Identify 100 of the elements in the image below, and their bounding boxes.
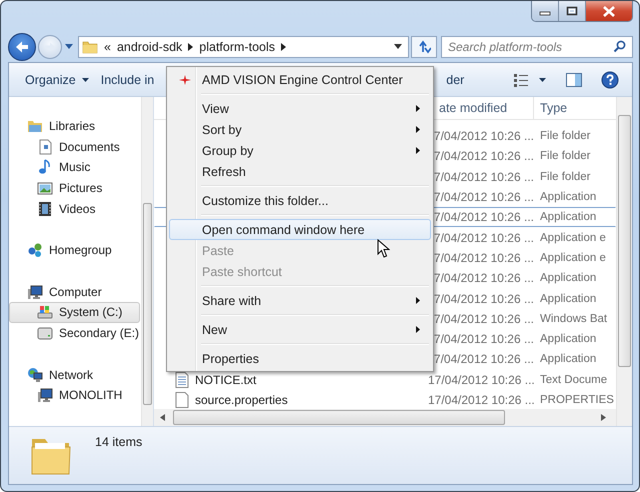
scroll-right-icon[interactable] <box>601 414 606 421</box>
date-cell: 7/04/2012 10:26 ... <box>434 149 534 164</box>
toolbar-button[interactable]: Include in <box>94 72 160 86</box>
refresh-icon <box>417 40 431 54</box>
type-cell: File folder <box>540 170 590 183</box>
type-cell: File folder <box>540 150 590 162</box>
menu-item[interactable]: Sort by <box>169 119 431 140</box>
navigation-item[interactable]: Computer <box>9 282 140 302</box>
chevron-icon[interactable] <box>281 42 286 50</box>
type-cell: Application <box>540 333 596 346</box>
menu-item[interactable]: Refresh <box>169 161 431 182</box>
toolbar-button[interactable]: der <box>440 72 470 86</box>
submenu-arrow-icon <box>416 326 420 333</box>
date-cell: 7/04/2012 10:26 ... <box>434 190 534 204</box>
videos-icon <box>37 200 53 217</box>
type-cell: Application <box>540 272 596 284</box>
address-bar[interactable]: « android-sdk platform-tools <box>78 36 409 58</box>
menu-item[interactable]: Customize this folder... <box>169 190 431 211</box>
date-cell: 7/04/2012 10:26 ... <box>434 250 534 265</box>
navigation-item[interactable]: System (C:) <box>9 302 140 323</box>
menu-item[interactable]: Share with <box>169 290 431 311</box>
computer-icon <box>27 284 43 300</box>
type-cell: Application <box>540 211 596 224</box>
system-drive-icon <box>37 304 53 320</box>
type-cell: Windows Bat <box>540 312 608 325</box>
submenu-arrow-icon <box>416 147 420 154</box>
star-icon <box>179 74 191 84</box>
breadcrumb[interactable]: platform-tools <box>199 40 276 54</box>
navigation-item[interactable]: Libraries <box>9 116 140 137</box>
menu-item[interactable]: New <box>169 319 431 340</box>
date-cell: 7/04/2012 10:26 ... <box>434 170 534 184</box>
type-cell: Text Docume <box>540 374 608 386</box>
type-cell: Application <box>540 353 596 366</box>
mouse-cursor-icon <box>377 239 390 259</box>
breadcrumb[interactable]: « <box>104 40 111 54</box>
date-cell: 17/04/2012 10:26 ... <box>428 393 535 407</box>
date-cell: 7/04/2012 10:26 ... <box>434 271 534 286</box>
navigation-item[interactable]: MONOLITH <box>9 384 140 406</box>
date-cell: 7/04/2012 10:26 ... <box>434 230 534 245</box>
menu-item[interactable]: Group by <box>169 140 431 161</box>
submenu-arrow-icon <box>416 126 420 133</box>
back-button[interactable] <box>8 32 36 60</box>
scrollbar[interactable] <box>154 409 616 426</box>
network-icon <box>27 366 43 383</box>
scroll-left-icon[interactable] <box>160 414 165 421</box>
submenu-arrow-icon <box>416 297 420 304</box>
pictures-icon <box>37 180 53 196</box>
item-count: 14 items <box>95 435 142 449</box>
date-cell: 7/04/2012 10:26 ... <box>434 292 534 306</box>
navigation-item[interactable]: Documents <box>9 136 140 158</box>
documents-icon <box>37 138 53 155</box>
date-cell: 7/04/2012 10:26 ... <box>434 129 534 144</box>
search-icon <box>613 40 626 53</box>
date-cell: 7/04/2012 10:26 ... <box>434 312 534 326</box>
menu-item[interactable]: AMD VISION Engine Control Center <box>169 69 431 90</box>
submenu-arrow-icon <box>416 105 420 112</box>
library-icon <box>27 118 43 134</box>
minimize-button[interactable] <box>532 1 559 21</box>
scrollbar[interactable] <box>616 97 632 426</box>
date-cell: 7/04/2012 10:26 ... <box>434 352 534 366</box>
drive-icon <box>37 325 53 342</box>
menu-item[interactable]: Open command window here <box>169 219 431 240</box>
caret-icon <box>82 78 89 82</box>
text-document-icon <box>175 372 189 388</box>
type-cell: Application e <box>540 252 606 264</box>
folder-icon <box>82 38 98 54</box>
maximize-button[interactable] <box>559 1 586 21</box>
date-cell: 7/04/2012 10:26 ... <box>434 210 534 224</box>
computer-icon <box>37 387 53 404</box>
search-field[interactable]: Search platform-tools <box>441 36 633 58</box>
breadcrumb[interactable]: android-sdk <box>116 40 182 54</box>
restore-icon <box>566 6 578 16</box>
back-arrow-icon <box>14 40 30 54</box>
close-icon <box>602 6 616 16</box>
file-name[interactable]: NOTICE.txt <box>195 372 256 387</box>
scrollbar[interactable] <box>141 97 153 426</box>
date-cell: 7/04/2012 10:26 ... <box>434 332 534 346</box>
navigation-item[interactable]: Pictures <box>9 178 140 198</box>
menu-item[interactable]: Properties <box>169 348 431 369</box>
type-cell: Application <box>540 292 596 305</box>
homegroup-icon <box>27 242 43 258</box>
navigation-item[interactable]: Homegroup <box>9 240 140 261</box>
file-name[interactable]: source.properties <box>195 393 288 407</box>
navigation-item[interactable]: Music <box>9 157 140 178</box>
navigation-item[interactable]: Videos <box>9 198 140 219</box>
music-icon <box>37 159 53 176</box>
chevron-icon[interactable] <box>188 42 194 50</box>
navigation-item[interactable]: Network <box>9 364 140 385</box>
type-cell: Application <box>540 191 596 204</box>
caret-icon[interactable] <box>394 44 402 49</box>
type-cell: PROPERTIES <box>540 394 614 406</box>
refresh-button[interactable] <box>411 36 437 58</box>
search-input[interactable]: Search platform-tools <box>446 38 613 54</box>
type-cell: File folder <box>540 130 590 142</box>
type-cell: Application e <box>540 232 606 244</box>
navigation-item[interactable]: Secondary (E:) <box>9 322 140 344</box>
close-button[interactable] <box>586 1 632 21</box>
toolbar-button[interactable]: Organize <box>19 72 95 86</box>
file-icon <box>175 392 189 408</box>
date-cell: 17/04/2012 10:26 ... <box>428 372 535 387</box>
